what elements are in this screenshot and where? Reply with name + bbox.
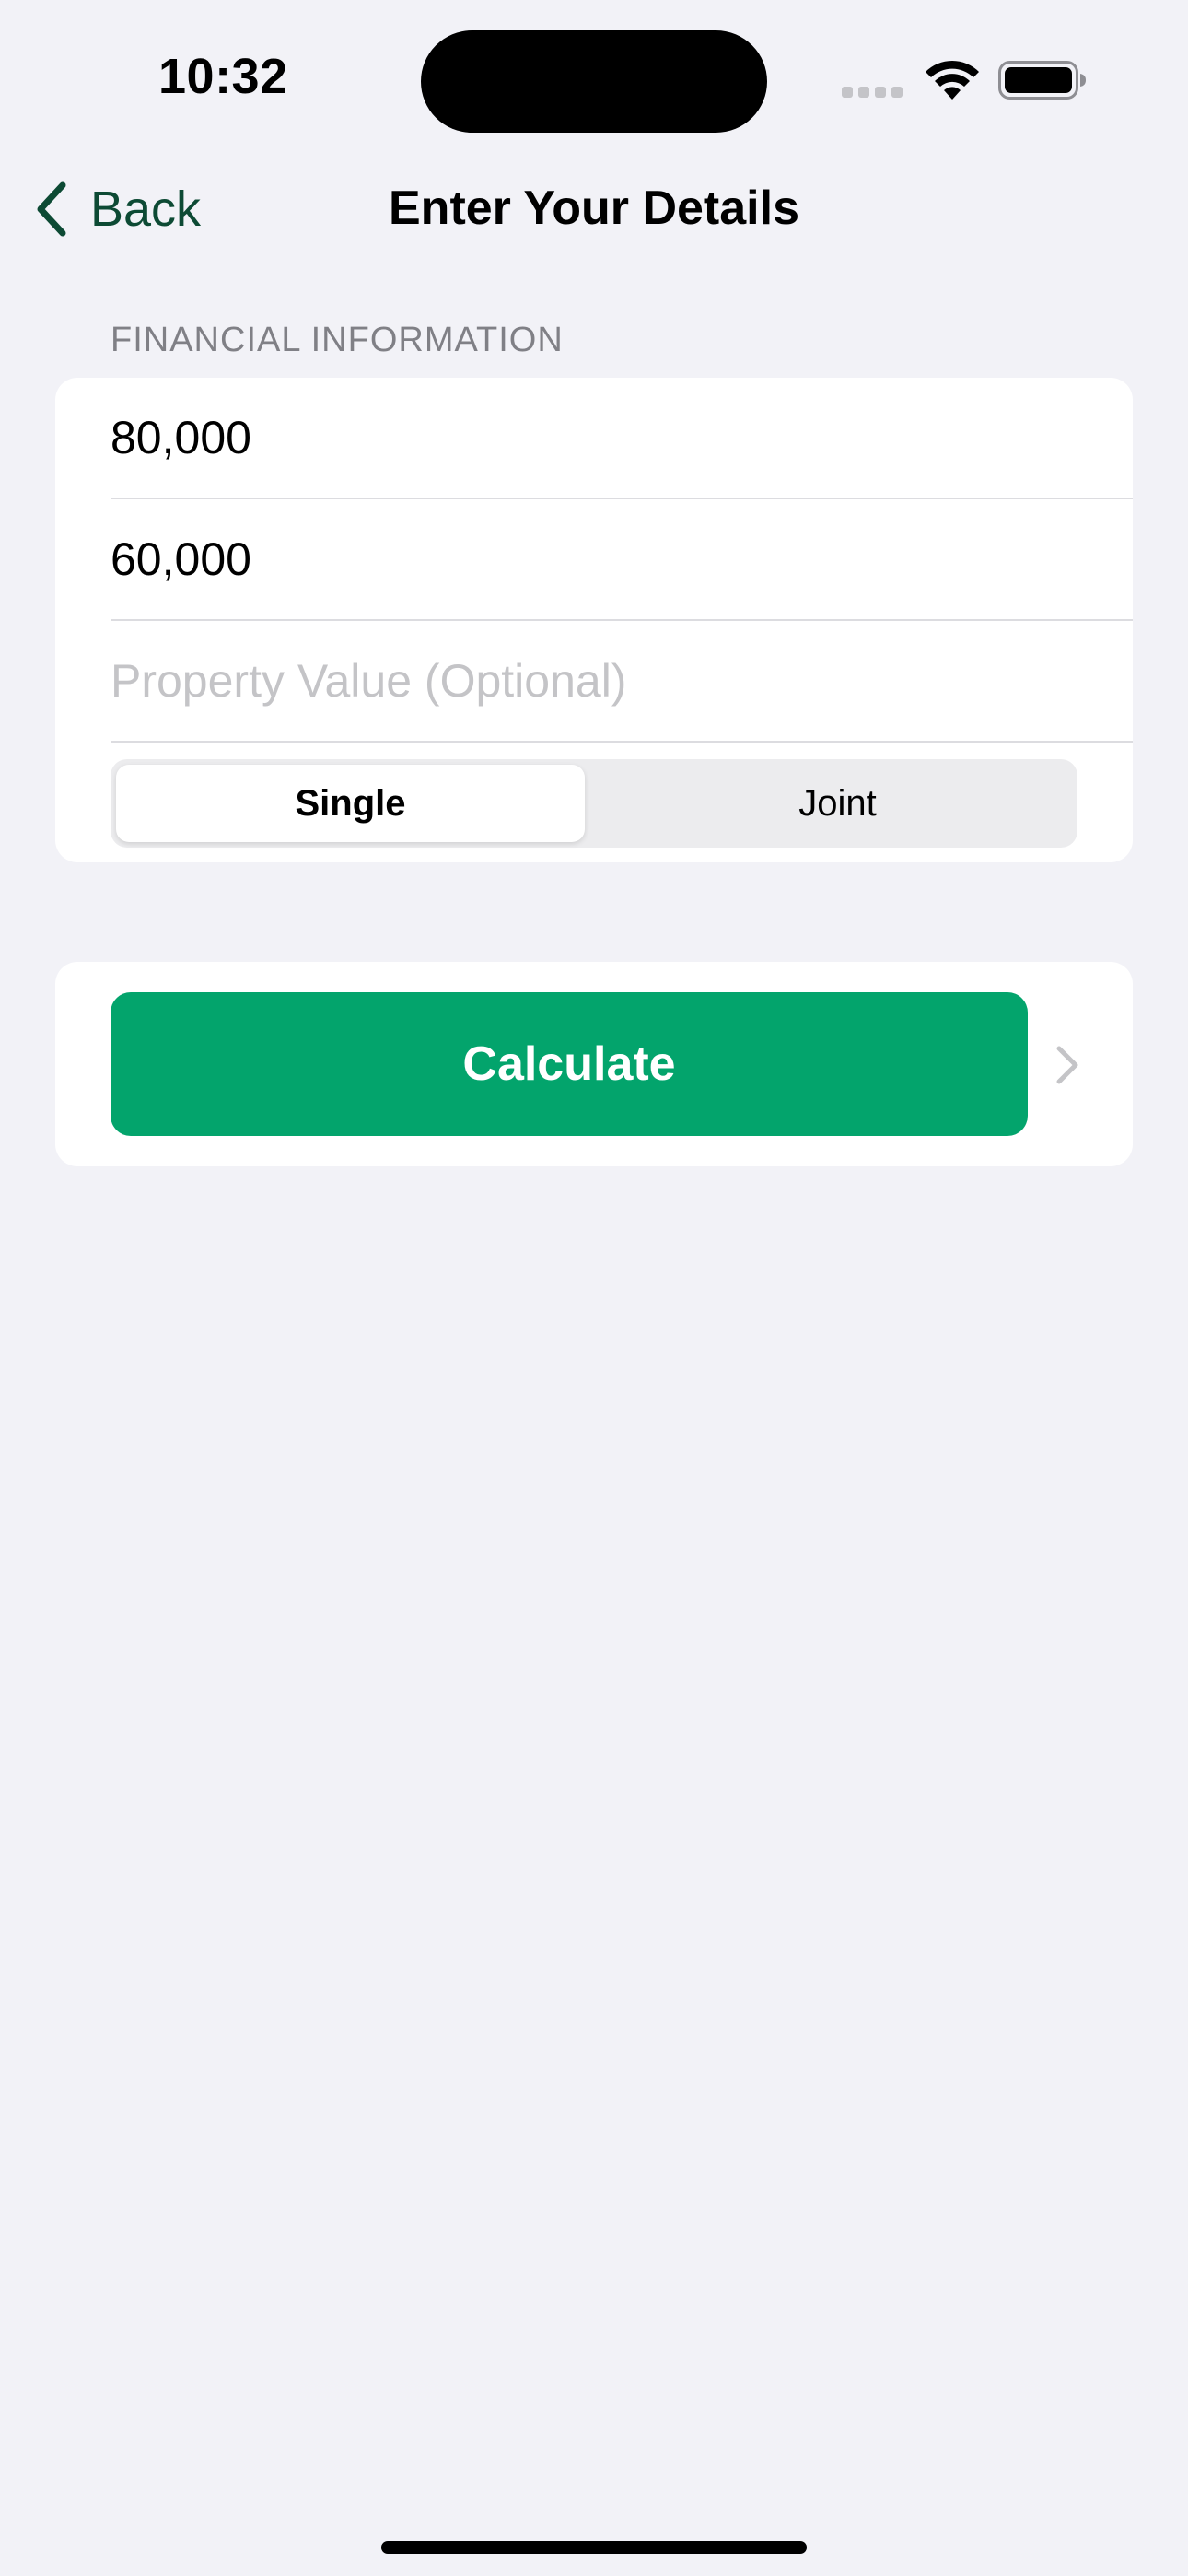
property-row <box>111 621 1133 743</box>
calculate-button[interactable]: Calculate <box>111 992 1028 1136</box>
income-field-1[interactable] <box>111 378 1133 498</box>
income-row-2 <box>111 499 1133 621</box>
page-title: Enter Your Details <box>389 181 799 235</box>
financial-info-card: Single Joint <box>55 378 1133 862</box>
chevron-right-icon <box>1056 1046 1078 1084</box>
screen: 10:32 Back Enter Your Details FINANCIAL … <box>0 0 1188 2576</box>
status-time: 10:32 <box>158 49 288 104</box>
battery-icon <box>998 61 1086 100</box>
income-field-2[interactable] <box>111 499 1133 619</box>
income-row <box>111 378 1133 499</box>
calculate-card: Calculate <box>55 962 1133 1166</box>
section-header: FINANCIAL INFORMATION <box>111 321 564 359</box>
dynamic-island <box>421 30 767 133</box>
segment-single[interactable]: Single <box>116 765 585 842</box>
application-type-segmented-control: Single Joint <box>111 759 1077 848</box>
cellular-signal-icon <box>842 87 904 98</box>
property-value-field[interactable] <box>111 621 1133 741</box>
segment-joint[interactable]: Joint <box>603 765 1072 842</box>
home-indicator[interactable] <box>381 2541 807 2554</box>
wifi-icon <box>926 60 979 100</box>
